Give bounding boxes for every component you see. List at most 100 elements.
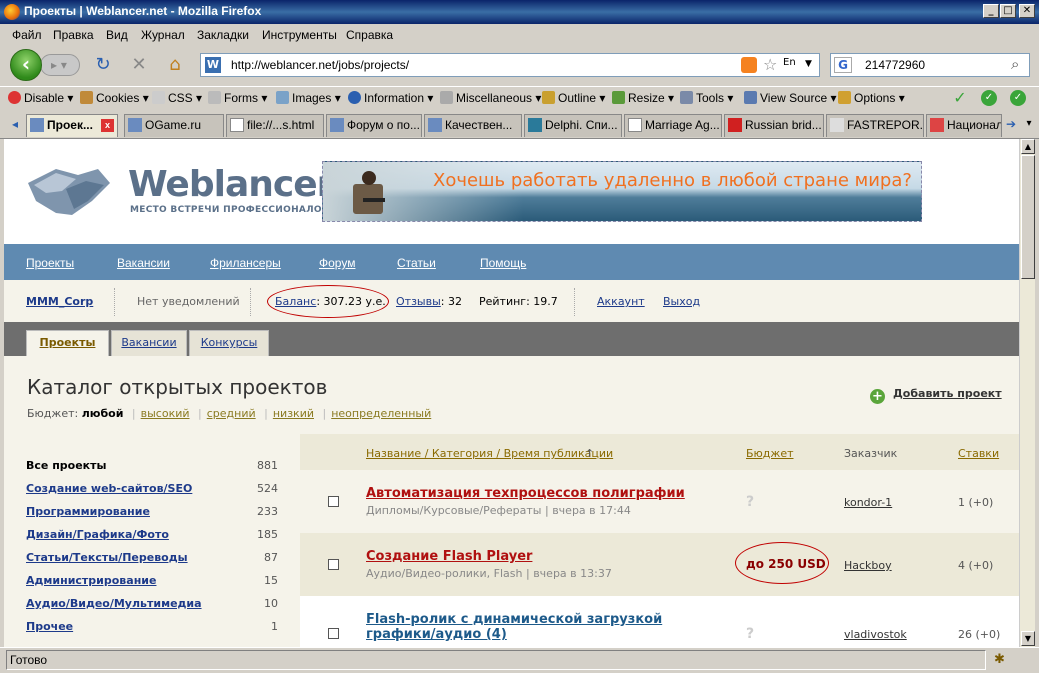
sort-by-bids-link[interactable]: Ставки	[958, 447, 999, 460]
category-item[interactable]: Статьи/Тексты/Переводы 87	[26, 551, 278, 564]
search-input[interactable]: 214772960	[865, 58, 925, 72]
scroll-down-icon[interactable]: ▼	[1021, 631, 1035, 646]
tab-fastreport[interactable]: FASTREPOR...	[826, 114, 924, 137]
scroll-thumb[interactable]	[1021, 155, 1035, 279]
menu-edit[interactable]: Правка	[53, 28, 94, 42]
project-title-link-cont[interactable]: графики/аудио (4)	[366, 627, 507, 642]
tab-section-vacancies[interactable]: Вакансии	[111, 330, 187, 356]
minimize-button[interactable]: _	[983, 4, 999, 18]
project-checbox[interactable]	[328, 559, 339, 570]
tab-ogame[interactable]: OGame.ru	[124, 114, 224, 137]
rss-icon[interactable]	[741, 57, 757, 73]
budget-undefined-link[interactable]: неопределенный	[331, 407, 431, 420]
tab-section-projects[interactable]: Проекты	[26, 330, 109, 356]
sort-by-budget-link[interactable]: Бюджет	[746, 447, 794, 460]
menu-tools[interactable]: Инструменты	[262, 28, 337, 42]
dev-tools[interactable]: Tools ▾	[680, 91, 733, 105]
project-title-link[interactable]: Flash-ролик с динамической загрузкой	[366, 612, 662, 627]
bookmark-star-icon[interactable]: ☆	[763, 55, 777, 74]
tab-scroll-left-icon[interactable]: ◂	[4, 113, 26, 135]
validate-html-icon[interactable]: ✓	[1010, 90, 1026, 106]
category-item[interactable]: Дизайн/Графика/Фото 185	[26, 528, 278, 541]
menu-view[interactable]: Вид	[106, 28, 128, 42]
nav-forum[interactable]: Форум	[319, 256, 355, 270]
category-item[interactable]: Создание web-сайтов/SEO 524	[26, 482, 278, 495]
dev-forms[interactable]: Forms ▾	[208, 91, 267, 105]
category-item[interactable]: Все проекты 881	[26, 459, 278, 472]
validate-check-icon[interactable]: ✓	[952, 90, 968, 106]
category-item[interactable]: Аудио/Видео/Мультимедиа 10	[26, 597, 278, 610]
customer-link[interactable]: Hackboy	[844, 559, 892, 572]
budget-medium-link[interactable]: средний	[207, 407, 256, 420]
tab-national[interactable]: Национал	[926, 114, 1002, 137]
menu-file[interactable]: Файл	[12, 28, 42, 42]
dev-css[interactable]: CSS ▾	[152, 91, 202, 105]
logout-link[interactable]: Выход	[663, 295, 700, 308]
maximize-button[interactable]: □	[1000, 4, 1016, 18]
nav-projects[interactable]: Проекты	[26, 256, 74, 270]
dev-outline[interactable]: Outline ▾	[542, 91, 605, 105]
dev-view-source[interactable]: View Source ▾	[744, 91, 837, 105]
customer-link[interactable]: vladivostok	[844, 628, 907, 641]
dev-miscellaneous[interactable]: Miscellaneous ▾	[440, 91, 541, 105]
tab-marriage[interactable]: Marriage Ag...	[624, 114, 722, 137]
project-checkbox[interactable]	[328, 628, 339, 639]
account-link[interactable]: Аккаунт	[597, 295, 645, 308]
tab-section-contests[interactable]: Конкурсы	[189, 330, 269, 356]
menu-bookmarks[interactable]: Закладки	[197, 28, 249, 42]
url-dropdown-icon[interactable]: ▼	[805, 59, 812, 69]
nav-help[interactable]: Помощь	[480, 256, 526, 270]
project-title-link[interactable]: Создание Flash Player	[366, 549, 532, 564]
reload-icon[interactable]: ↻	[92, 54, 114, 76]
customer-link[interactable]: kondor-1	[844, 496, 892, 509]
username-link[interactable]: MMM_Corp	[26, 295, 93, 308]
tab-quality[interactable]: Качествен...	[424, 114, 522, 137]
validate-css-icon[interactable]: ✓	[981, 90, 997, 106]
budget-high-link[interactable]: высокий	[141, 407, 190, 420]
add-project-button[interactable]: + Добавить проект	[870, 387, 1002, 404]
nav-vacancies[interactable]: Вакансии	[117, 256, 170, 270]
handshake-logo-icon[interactable]	[26, 161, 112, 221]
category-item[interactable]: Администрирование 15	[26, 574, 278, 587]
tab-list-icon[interactable]: ▾	[1018, 113, 1039, 135]
tab-file[interactable]: file://...s.html	[226, 114, 324, 137]
project-title-link[interactable]: Автоматизация техпроцессов полиграфии	[366, 486, 685, 501]
dev-disable[interactable]: Disable ▾	[8, 91, 73, 105]
search-icon[interactable]: ⌕	[1011, 55, 1019, 73]
search-box[interactable]: G 214772960 ⌕	[830, 53, 1030, 77]
url-text[interactable]: http://weblancer.net/jobs/projects/	[231, 58, 409, 72]
site-logo[interactable]: Weblancer	[128, 164, 334, 205]
category-item[interactable]: Прочее 1	[26, 620, 278, 633]
dev-cookies[interactable]: Cookies ▾	[80, 91, 149, 105]
sort-by-name-link[interactable]: Название / Категория / Время публикации	[366, 447, 613, 460]
dev-images[interactable]: Images ▾	[276, 91, 341, 105]
menu-help[interactable]: Справка	[346, 28, 393, 42]
forward-button[interactable]: ▸ ▾	[40, 54, 80, 76]
tab-projects[interactable]: Проек... x	[26, 114, 118, 137]
stop-icon[interactable]: ✕	[128, 54, 150, 76]
tab-close-icon[interactable]: x	[101, 119, 114, 132]
google-icon[interactable]: G	[834, 57, 852, 73]
scroll-up-icon[interactable]: ▲	[1021, 139, 1035, 154]
tab-russian-brides[interactable]: Russian brid...	[724, 114, 824, 137]
firebug-icon[interactable]: ✱	[994, 652, 1012, 668]
menu-history[interactable]: Журнал	[141, 28, 185, 42]
back-button[interactable]: ‹	[10, 49, 42, 81]
tab-delphi[interactable]: Delphi. Спи...	[524, 114, 622, 137]
category-item[interactable]: Программирование 233	[26, 505, 278, 518]
home-icon[interactable]: ⌂	[164, 54, 186, 76]
reviews-link[interactable]: Отзывы	[396, 295, 441, 308]
dev-resize[interactable]: Resize ▾	[612, 91, 674, 105]
ad-banner[interactable]: Хочешь работать удаленно в любой стране …	[322, 161, 922, 222]
nav-freelancers[interactable]: Фрилансеры	[210, 256, 281, 270]
tab-forum[interactable]: Форум о по...	[326, 114, 422, 137]
close-window-button[interactable]: ✕	[1019, 4, 1035, 18]
dev-information[interactable]: Information ▾	[348, 91, 433, 105]
nav-articles[interactable]: Статьи	[397, 256, 436, 270]
vertical-scrollbar[interactable]: ▲ ▼	[1019, 139, 1035, 647]
url-bar[interactable]: W http://weblancer.net/jobs/projects/ ☆ …	[200, 53, 820, 77]
project-checkbox[interactable]	[328, 496, 339, 507]
budget-low-link[interactable]: низкий	[273, 407, 314, 420]
language-icon[interactable]: En	[783, 57, 796, 68]
dev-options[interactable]: Options ▾	[838, 91, 905, 105]
